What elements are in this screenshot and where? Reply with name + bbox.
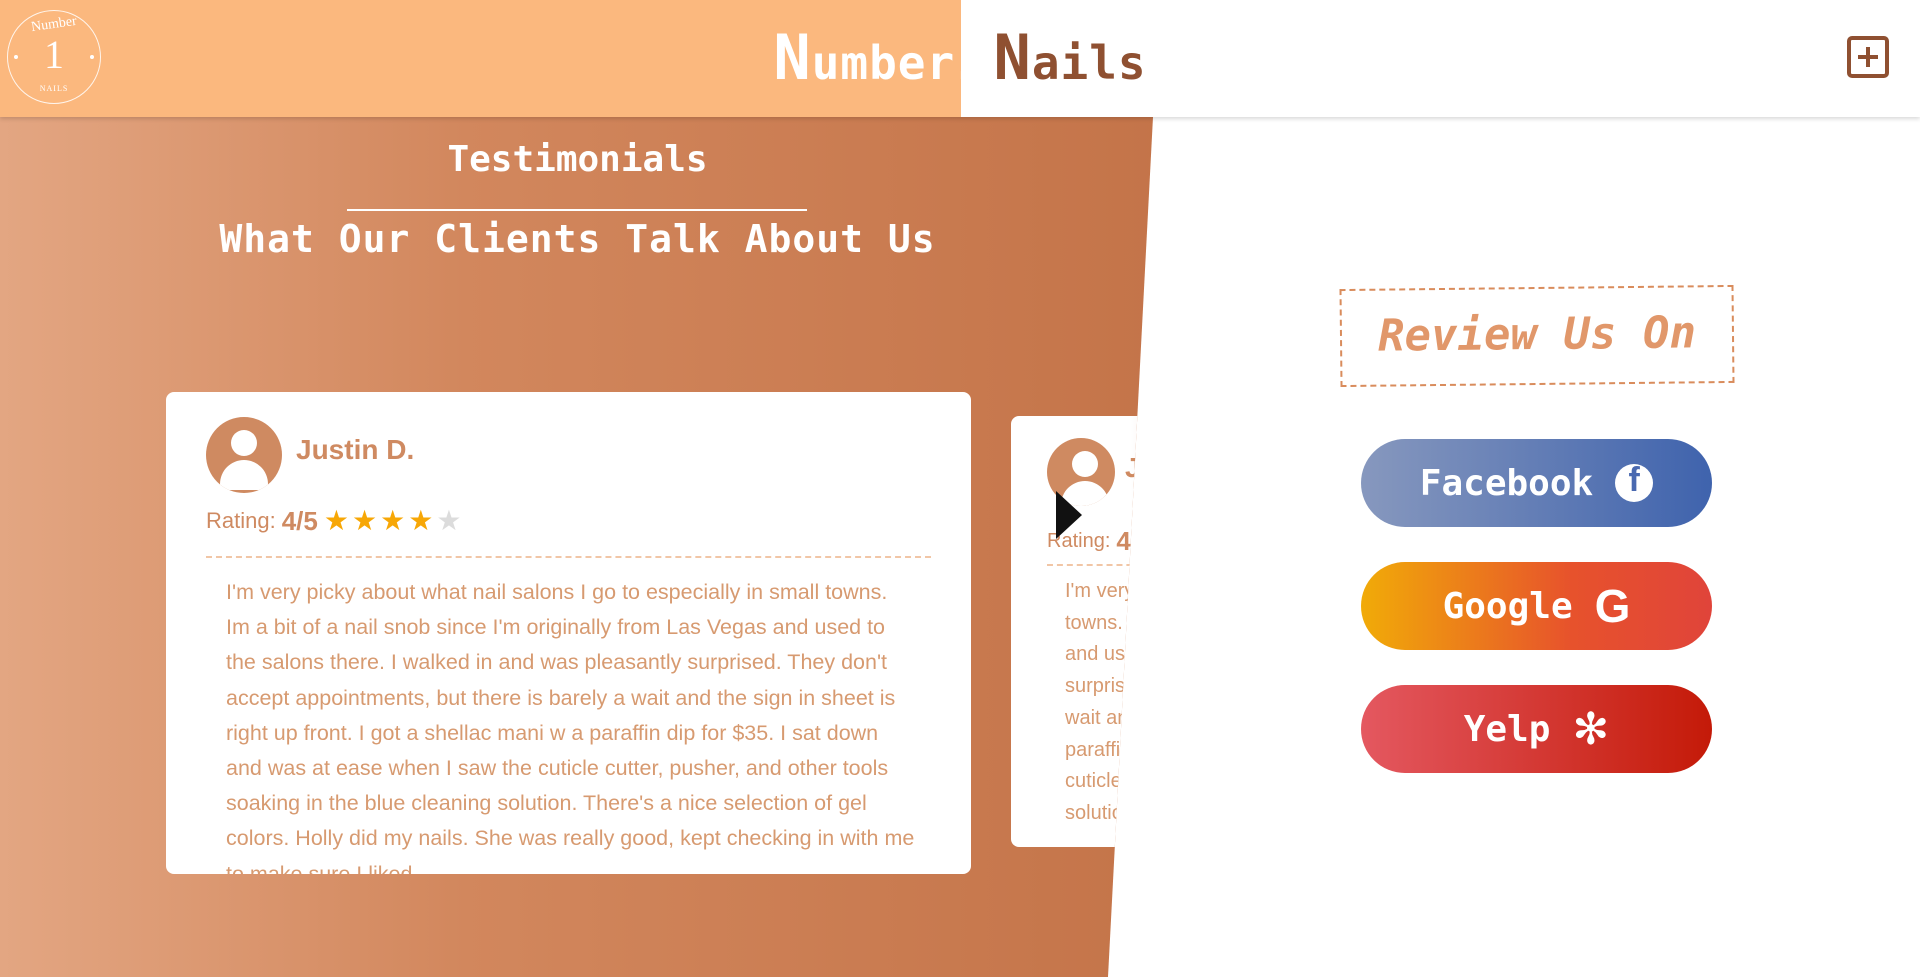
arrow-right-icon[interactable]: [1056, 491, 1082, 539]
review-text: I'm very picky about what nail salons I …: [1065, 580, 1160, 824]
testimonials-panel: Testimonials What Our Clients Talk About…: [0, 117, 1160, 977]
rating-value: 4: [1116, 525, 1131, 556]
title-divider: [347, 209, 807, 211]
user-avatar-icon: [206, 417, 282, 493]
star-icon: ★: [323, 505, 349, 536]
card-divider: [206, 556, 931, 558]
reviewer-name: Justin D.: [296, 434, 415, 465]
testimonials-title: Testimonials: [447, 139, 708, 180]
brand-word-1: umber: [811, 36, 956, 90]
rating-row: Rating: 4/5 ★ ★ ★ ★ ★: [206, 504, 464, 538]
yelp-button[interactable]: Yelp ✻: [1361, 685, 1712, 773]
testimonial-card: Justin D. Rating: 4/5 ★ ★ ★ ★ ★ I'm very…: [166, 392, 971, 874]
google-button[interactable]: Google G: [1361, 562, 1712, 650]
yelp-icon: ✻: [1572, 703, 1610, 755]
star-empty-icon: ★: [436, 505, 462, 536]
header: Number 1 NAILS Number1Nails: [0, 0, 1920, 117]
yelp-label: Yelp: [1463, 708, 1551, 750]
brand-initial-1: N: [773, 21, 812, 94]
reviewer-name: J: [1125, 452, 1141, 483]
menu-plus-icon[interactable]: [1847, 36, 1889, 78]
star-icon: ★: [351, 505, 378, 536]
card-divider: [1047, 564, 1153, 566]
testimonial-card-next: J Rating: 4 I'm very picky about what na…: [1011, 416, 1160, 847]
review-heading: Review Us On: [1339, 284, 1735, 388]
review-text: I'm very picky about what nail salons I …: [226, 580, 915, 874]
google-label: Google: [1442, 585, 1573, 627]
site-title[interactable]: Number1Nails: [0, 18, 1920, 103]
rating-label: Rating:: [206, 508, 276, 533]
facebook-icon: f: [1615, 464, 1654, 502]
facebook-button[interactable]: Facebook f: [1361, 439, 1712, 527]
facebook-label: Facebook: [1419, 462, 1594, 504]
brand-initial-2: N: [993, 21, 1032, 94]
star-icon: ★: [380, 505, 406, 536]
google-icon: G: [1594, 580, 1631, 632]
star-icon: ★: [408, 505, 434, 536]
brand-word-2: ails: [1031, 36, 1147, 90]
testimonials-subtitle: What Our Clients Talk About Us: [219, 217, 936, 261]
rating-value: 4/5: [281, 505, 318, 536]
brand-number: 1: [955, 21, 994, 94]
